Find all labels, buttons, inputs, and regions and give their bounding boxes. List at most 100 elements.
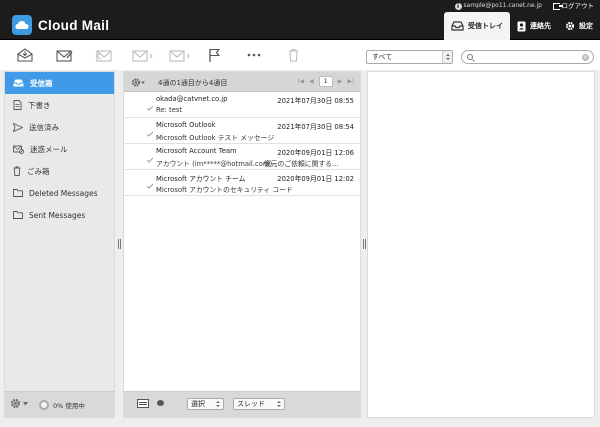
read-check-icon	[146, 156, 154, 163]
sidebar-footer: 0% 使用中	[5, 391, 114, 417]
message-row[interactable]: Microsoft アカウント チーム 2020年09月01日 12:02 Mi…	[124, 170, 360, 196]
message-from: Microsoft アカウント チーム	[156, 175, 246, 183]
nav-contacts-label: 連絡先	[530, 22, 551, 30]
read-check-icon	[146, 130, 154, 137]
select-dropdown[interactable]: 選択	[187, 398, 224, 410]
list-options-button[interactable]	[131, 77, 145, 90]
thread-dropdown[interactable]: スレッド	[233, 398, 285, 410]
nav-settings[interactable]: 設定	[558, 12, 600, 40]
nav-inbox-label: 受信トレイ	[468, 22, 503, 30]
message-date: 2021年07月30日 08:55	[277, 97, 354, 105]
quota-label: 0% 使用中	[53, 402, 85, 410]
prev-page-icon[interactable]: ◀	[309, 78, 314, 85]
first-page-icon[interactable]: |◀	[297, 78, 304, 85]
select-label: 選択	[191, 400, 205, 408]
reply-all-button[interactable]	[130, 47, 154, 63]
next-page-icon[interactable]: ▶	[338, 78, 343, 85]
reply-button[interactable]	[94, 47, 112, 63]
message-subject: Microsoft Outlook テスト メッセージ	[156, 134, 275, 142]
logout-icon	[552, 2, 563, 10]
reply-all-icon	[132, 49, 153, 62]
more-icon	[247, 53, 261, 57]
main-nav: 受信トレイ 連絡先 設定	[444, 12, 600, 40]
search-icon[interactable]	[467, 54, 473, 60]
app-header: Cloud Mail 受信トレイ 連絡先 設定	[0, 12, 600, 40]
clear-search-icon[interactable]: ×	[582, 54, 589, 61]
folder-inbox[interactable]: 受信箱	[5, 72, 114, 94]
message-from: okada@catvnet.co.jp	[156, 95, 228, 103]
quota-ring-icon	[39, 400, 49, 410]
folder-label: 下書き	[28, 100, 51, 110]
message-preview: 復元のご依頼に関する...	[264, 160, 339, 168]
contacts-icon	[517, 21, 526, 31]
toolbar: すべて ×	[0, 40, 600, 70]
forward-button[interactable]	[168, 47, 192, 63]
search-input[interactable]	[478, 52, 578, 62]
folder-label: 受信箱	[30, 78, 53, 88]
folder-label: Deleted Messages	[29, 188, 98, 198]
search-box: ×	[461, 50, 594, 64]
folder-icon	[13, 189, 23, 197]
gear-icon	[10, 398, 21, 409]
nav-contacts[interactable]: 連絡先	[510, 12, 558, 40]
forward-icon	[169, 49, 190, 62]
cloud-logo-icon	[12, 15, 32, 35]
storage-quota: 0% 使用中	[39, 400, 85, 410]
message-from: Microsoft Account Team	[156, 147, 237, 155]
folder-sent[interactable]: 送信済み	[5, 116, 114, 138]
logout-link[interactable]: ログアウト	[552, 1, 595, 11]
receive-button[interactable]	[16, 47, 34, 63]
message-row[interactable]: Microsoft Account Team 2020年09月01日 12:06…	[124, 144, 360, 170]
message-subject: Re: test	[156, 106, 183, 114]
message-subject: Microsoft アカウントのセキュリティ コード	[156, 186, 293, 194]
folder-options-button[interactable]	[10, 398, 28, 409]
spam-icon	[13, 145, 24, 154]
folder-drafts[interactable]: 下書き	[5, 94, 114, 116]
folder-label: ごみ箱	[27, 166, 50, 176]
trash-icon	[13, 166, 21, 176]
message-date: 2020年09月01日 12:06	[277, 149, 354, 157]
folder-deleted-messages[interactable]: Deleted Messages	[5, 182, 114, 204]
message-preview-pane	[367, 71, 595, 418]
message-row[interactable]: okada@catvnet.co.jp 2021年07月30日 08:55 Re…	[124, 92, 360, 118]
message-subject: アカウント (im*****@hotmail.com)	[156, 160, 273, 168]
message-row[interactable]: Microsoft Outlook 2021年07月30日 08:54 Micr…	[124, 118, 360, 144]
caret-down-icon	[23, 401, 28, 405]
folder-trash[interactable]: ごみ箱	[5, 160, 114, 182]
flag-button[interactable]	[207, 47, 221, 63]
last-page-icon[interactable]: ▶|	[347, 78, 354, 85]
list-resize-handle[interactable]	[363, 239, 366, 249]
delete-button[interactable]	[286, 47, 300, 63]
folder-filter-select[interactable]: すべて	[366, 50, 453, 64]
select-arrows-icon	[214, 399, 222, 409]
list-view-icon[interactable]	[137, 399, 149, 408]
gear-icon	[131, 78, 145, 87]
folder-label: Sent Messages	[29, 210, 86, 220]
pager: |◀ ◀ 1 ▶ ▶|	[297, 76, 354, 87]
folder-label: 送信済み	[29, 122, 59, 132]
nav-inbox[interactable]: 受信トレイ	[444, 12, 510, 40]
logout-label: ログアウト	[561, 2, 595, 10]
read-check-icon	[146, 182, 154, 189]
trash-icon	[288, 49, 298, 62]
folder-sent-messages[interactable]: Sent Messages	[5, 204, 114, 226]
gear-icon	[565, 21, 575, 31]
user-info: i sample@po11.canet.ne.jp	[454, 1, 542, 11]
message-range: 4通の1通目から4通目	[158, 79, 228, 87]
select-arrows-icon	[275, 399, 283, 409]
account-bar: i sample@po11.canet.ne.jp ログアウト	[0, 0, 600, 12]
read-check-icon	[146, 104, 154, 111]
message-from: Microsoft Outlook	[156, 121, 216, 129]
sidebar-resize-handle[interactable]	[118, 239, 121, 249]
folder-sidebar: 受信箱 下書き 送信済み 迷惑メール ごみ箱 Deleted Messages …	[4, 71, 115, 418]
compose-button[interactable]	[55, 47, 73, 63]
folder-filter-value: すべて	[372, 53, 393, 61]
thread-view-icon[interactable]	[157, 400, 164, 406]
current-page[interactable]: 1	[318, 76, 333, 87]
message-date: 2021年07月30日 08:54	[277, 123, 354, 131]
message-list-header: 4通の1通目から4通目 |◀ ◀ 1 ▶ ▶|	[124, 72, 360, 92]
folder-spam[interactable]: 迷惑メール	[5, 138, 114, 160]
folder-icon	[13, 211, 23, 219]
compose-icon	[55, 49, 72, 62]
more-button[interactable]	[246, 47, 262, 63]
